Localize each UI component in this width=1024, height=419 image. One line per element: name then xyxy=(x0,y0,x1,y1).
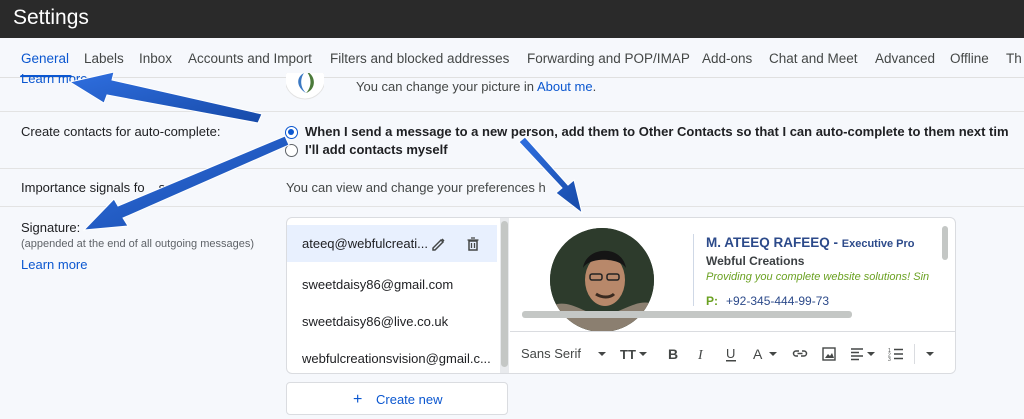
tab-themes[interactable]: Th xyxy=(1006,51,1022,66)
about-me-link[interactable]: About me xyxy=(537,79,593,94)
signature-learn-more-link[interactable]: Learn more xyxy=(21,257,87,272)
svg-text:U: U xyxy=(726,346,735,361)
editor-horizontal-scrollbar[interactable] xyxy=(522,311,852,318)
edit-icon[interactable] xyxy=(430,235,448,253)
align-icon[interactable] xyxy=(850,346,876,362)
signature-phone: +92-345-444-99-73 xyxy=(726,294,830,308)
delete-icon[interactable] xyxy=(464,235,482,253)
picture-learn-more-link[interactable]: Learn more xyxy=(21,71,87,86)
signature-label: Signature: xyxy=(21,220,81,235)
divider xyxy=(0,206,1024,207)
settings-header: Settings xyxy=(0,0,1024,38)
image-icon[interactable] xyxy=(821,346,837,362)
picture-text: You can change your picture in About me. xyxy=(356,79,597,94)
italic-icon[interactable]: I xyxy=(694,346,710,362)
page-title: Settings xyxy=(13,6,89,29)
svg-text:3: 3 xyxy=(888,357,891,362)
tab-chat-and-meet[interactable]: Chat and Meet xyxy=(769,51,858,66)
contacts-auto-radio[interactable] xyxy=(285,126,298,139)
importance-label: Importance signals fo s: xyxy=(21,180,169,195)
tab-general[interactable]: General xyxy=(21,51,69,66)
general-settings: Learn more You can change your picture i… xyxy=(0,71,1024,419)
tab-forwarding[interactable]: Forwarding and POP/IMAP xyxy=(527,51,690,66)
font-size-icon[interactable]: TT xyxy=(620,346,648,362)
text-color-icon[interactable]: A xyxy=(752,346,778,362)
signature-item-label: ateeq@webfulcreati... xyxy=(302,236,428,251)
signature-tagline: Providing you complete website solutions… xyxy=(706,271,930,283)
svg-text:TT: TT xyxy=(620,347,636,362)
more-options-chevron-icon[interactable] xyxy=(922,346,938,362)
signature-divider xyxy=(693,234,694,306)
tab-filters[interactable]: Filters and blocked addresses xyxy=(330,51,509,66)
link-icon[interactable] xyxy=(792,346,808,362)
contacts-manual-option[interactable]: I'll add contacts myself xyxy=(305,142,448,157)
signature-phone-label: P: xyxy=(706,294,718,308)
underline-icon[interactable]: U xyxy=(723,346,739,362)
tab-labels[interactable]: Labels xyxy=(84,51,124,66)
svg-text:B: B xyxy=(668,346,678,362)
signature-sublabel: (appended at the end of all outgoing mes… xyxy=(21,238,254,250)
format-toolbar: Sans Serif TT B I U A 123 xyxy=(510,331,955,373)
contacts-manual-radio[interactable] xyxy=(285,144,298,157)
svg-text:I: I xyxy=(697,348,704,362)
divider xyxy=(0,111,1024,112)
numbered-list-icon[interactable]: 123 xyxy=(888,346,904,362)
signature-list-item[interactable]: webfulcreationsvision@gmail.c... xyxy=(287,336,497,373)
importance-text: You can view and change your preferences… xyxy=(286,180,546,195)
editor-vertical-scrollbar[interactable] xyxy=(942,226,948,260)
svg-text:A: A xyxy=(753,346,763,362)
tab-offline[interactable]: Offline xyxy=(950,51,989,66)
divider xyxy=(0,168,1024,169)
tab-add-ons[interactable]: Add-ons xyxy=(702,51,752,66)
signature-list-scrollbar[interactable] xyxy=(500,218,509,373)
signature-list-item[interactable]: sweetdaisy86@gmail.com xyxy=(287,262,497,299)
signature-name: M. ATEEQ RAFEEQ - Executive Pro xyxy=(706,235,915,250)
signature-list-item[interactable]: sweetdaisy86@live.co.uk xyxy=(287,299,497,336)
profile-picture[interactable] xyxy=(286,73,324,101)
plus-icon: + xyxy=(353,391,363,408)
tab-accounts-and-import[interactable]: Accounts and Import xyxy=(188,51,312,66)
contacts-label: Create contacts for auto-complete: xyxy=(21,124,221,139)
toolbar-separator xyxy=(914,344,915,364)
tab-inbox[interactable]: Inbox xyxy=(139,51,172,66)
tab-advanced[interactable]: Advanced xyxy=(875,51,935,66)
settings-tabs: General Labels Inbox Accounts and Import… xyxy=(0,38,1024,78)
contacts-auto-option[interactable]: When I send a message to a new person, a… xyxy=(305,124,1009,139)
scrollbar-thumb[interactable] xyxy=(501,221,508,367)
font-select[interactable]: Sans Serif xyxy=(521,346,581,361)
signature-company: Webful Creations xyxy=(706,254,805,268)
chevron-down-icon[interactable] xyxy=(594,346,610,362)
signature-editor[interactable]: M. ATEEQ RAFEEQ - Executive Pro Webful C… xyxy=(510,218,955,373)
create-new-label: Create new xyxy=(376,392,443,407)
bold-icon[interactable]: B xyxy=(665,346,681,362)
signature-panel: ateeq@webfulcreati... sweetdaisy86@gmail… xyxy=(286,217,956,374)
signature-list: ateeq@webfulcreati... sweetdaisy86@gmail… xyxy=(287,218,509,373)
signature-list-item[interactable]: ateeq@webfulcreati... xyxy=(287,225,497,262)
create-new-signature-button[interactable]: + Create new xyxy=(286,382,508,415)
